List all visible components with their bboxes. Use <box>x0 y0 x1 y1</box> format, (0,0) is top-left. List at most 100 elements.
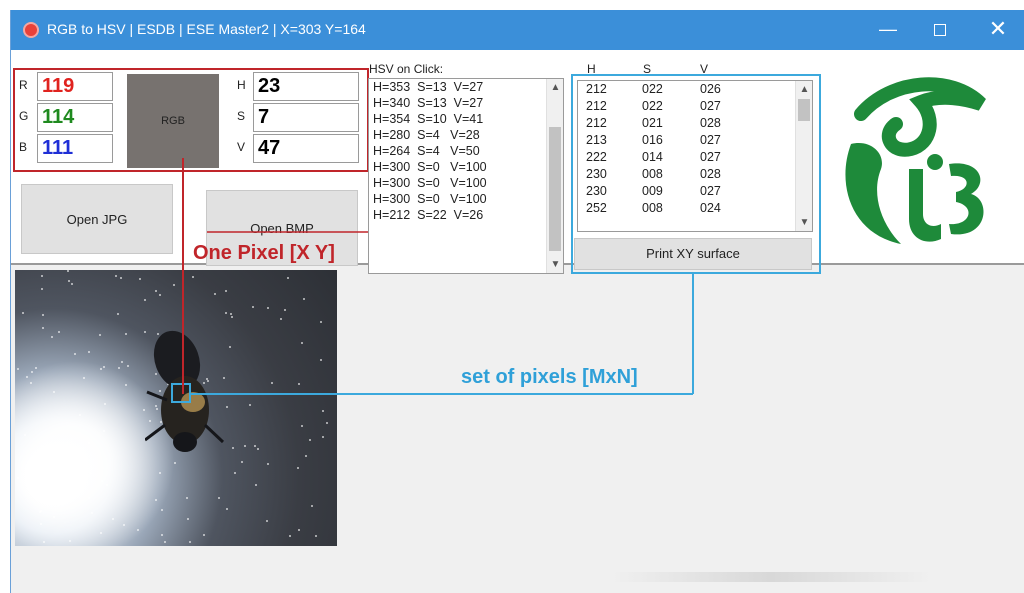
image-speck <box>225 312 227 314</box>
image-speck <box>230 313 232 315</box>
image-speck <box>144 299 146 301</box>
image-speck <box>99 334 101 336</box>
image-speck <box>30 382 32 384</box>
hsv-list-item[interactable]: H=300 S=0 V=100 <box>369 175 563 191</box>
image-speck <box>174 462 176 464</box>
image-speck <box>252 306 254 308</box>
image-speck <box>17 368 19 370</box>
b-value-field[interactable]: 111 <box>37 134 113 163</box>
g-value-field[interactable]: 114 <box>37 103 113 132</box>
scroll-down-icon[interactable]: ▼ <box>547 256 563 273</box>
image-speck <box>121 361 123 363</box>
hsv-list-item[interactable]: H=264 S=4 V=50 <box>369 143 563 159</box>
image-speck <box>303 298 305 300</box>
r-value-field[interactable]: 119 <box>37 72 113 101</box>
image-speck <box>127 365 129 367</box>
image-speck <box>225 290 227 292</box>
image-speck <box>301 342 303 344</box>
image-speck <box>103 366 105 368</box>
image-speck <box>155 499 157 501</box>
hsv-list-item[interactable]: H=300 S=0 V=100 <box>369 159 563 175</box>
hsv-list-item[interactable]: H=353 S=13 V=27 <box>369 79 563 95</box>
image-speck <box>41 288 43 290</box>
image-speck <box>231 316 233 318</box>
image-speck <box>74 353 76 355</box>
image-speck <box>267 463 269 465</box>
hsv-list-item[interactable]: H=300 S=0 V=100 <box>369 191 563 207</box>
hsv-list-item[interactable]: H=280 S=4 V=28 <box>369 127 563 143</box>
h-value-field[interactable]: 23 <box>253 72 359 101</box>
hsv-on-click-list[interactable]: H=353 S=13 V=27 H=340 S=13 V=27 H=354 S=10… <box>368 78 564 274</box>
image-speck <box>287 277 289 279</box>
image-speck <box>232 447 234 449</box>
image-speck <box>234 472 236 474</box>
scroll-thumb[interactable] <box>549 127 561 251</box>
s-value-field[interactable]: 7 <box>253 103 359 132</box>
image-speck <box>42 314 44 316</box>
image-speck <box>320 359 322 361</box>
image-speck <box>31 371 33 373</box>
image-speck <box>164 541 166 543</box>
maximize-button[interactable] <box>917 10 963 50</box>
image-speck <box>35 367 37 369</box>
hsv-list-item[interactable]: H=340 S=13 V=27 <box>369 95 563 111</box>
control-panel: R 119 G 114 B 111 RGB H 23 S 7 V 47 Open… <box>11 50 1024 274</box>
image-speck <box>104 403 106 405</box>
image-speck <box>67 270 69 272</box>
image-speck <box>241 461 243 463</box>
minimize-button[interactable]: — <box>865 10 911 50</box>
image-speck <box>226 406 228 408</box>
h-label: H <box>237 78 246 92</box>
image-speck <box>58 331 60 333</box>
status-area <box>611 572 931 582</box>
v-value-field[interactable]: 47 <box>253 134 359 163</box>
image-speck <box>257 448 259 450</box>
image-speck <box>315 535 317 537</box>
image-speck <box>301 425 303 427</box>
image-speck <box>267 307 269 309</box>
hsv-list-item[interactable]: H=354 S=10 V=41 <box>369 111 563 127</box>
image-speck <box>255 484 257 486</box>
image-speck <box>254 445 256 447</box>
scroll-up-icon[interactable]: ▲ <box>547 79 563 96</box>
image-speck <box>297 467 299 469</box>
image-speck <box>118 367 120 369</box>
pixel-selection-marker <box>171 383 191 403</box>
university-logo <box>845 77 986 244</box>
image-speck <box>64 481 66 483</box>
image-speck <box>159 472 161 474</box>
image-speck <box>192 276 194 278</box>
image-speck <box>125 384 127 386</box>
s-label: S <box>237 109 246 123</box>
image-speck <box>22 312 24 314</box>
loaded-image-canvas[interactable] <box>15 270 337 546</box>
image-speck <box>155 290 157 292</box>
image-speck <box>69 540 71 542</box>
v-label: V <box>237 140 246 154</box>
image-speck <box>289 535 291 537</box>
window-title: RGB to HSV | ESDB | ESE Master2 | X=303 … <box>47 21 366 37</box>
image-speck <box>112 518 114 520</box>
pixel-set-highlight <box>571 74 821 274</box>
hsv-list-scrollbar[interactable]: ▲ ▼ <box>546 79 563 273</box>
image-speck <box>311 505 313 507</box>
image-speck <box>284 309 286 311</box>
image-speck <box>55 487 57 489</box>
image-speck <box>326 422 328 424</box>
app-icon <box>23 22 39 38</box>
image-speck <box>298 529 300 531</box>
image-speck <box>125 333 127 335</box>
close-button[interactable]: ✕ <box>975 10 1021 50</box>
app-window: RGB to HSV | ESDB | ESE Master2 | X=303 … <box>10 10 1024 593</box>
image-speck <box>34 473 36 475</box>
image-speck <box>320 321 322 323</box>
image-speck <box>309 439 311 441</box>
hsv-list-item[interactable]: H=212 S=22 V=26 <box>369 207 563 223</box>
set-of-pixels-annotation: set of pixels [MxN] <box>461 366 638 388</box>
pixel-values-group: R 119 G 114 B 111 RGB H 23 S 7 V 47 <box>13 68 369 172</box>
open-jpg-button[interactable]: Open JPG <box>21 184 173 254</box>
image-speck <box>214 293 216 295</box>
b-label: B <box>19 140 28 154</box>
rgb-color-swatch[interactable]: RGB <box>127 74 219 168</box>
image-speck <box>68 280 70 282</box>
